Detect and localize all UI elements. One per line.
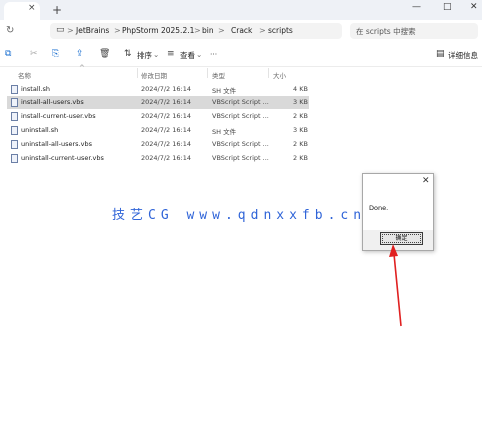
arrow-shaft <box>393 253 402 327</box>
arrow-head <box>389 244 398 257</box>
red-arrow-annotation <box>389 244 402 327</box>
